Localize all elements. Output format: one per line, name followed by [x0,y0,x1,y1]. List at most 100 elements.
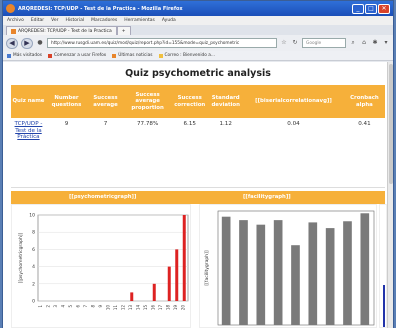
rss-icon [112,53,117,58]
bar [130,292,134,301]
bar [239,220,248,325]
scrollbar-thumb[interactable] [389,64,393,184]
cell-success-average: 7 [103,121,108,127]
bookmark-mail[interactable]: Correo : Bienvenido a... [158,53,215,58]
bar [291,245,300,325]
divider [11,187,385,188]
new-tab-button[interactable]: + [116,26,131,35]
psychometric-chart: 0246810[[psychometricgraph]]1 2 3 4 5 6 7 8 9 10 1… [18,213,189,311]
menu-editar[interactable]: Editar [31,18,44,23]
page-favicon-icon [11,28,16,34]
bar [182,215,186,301]
x-tick-label: 15 [143,305,148,311]
x-tick-label: 11 [113,305,118,311]
x-tick-label: 10 [105,305,110,311]
cell-std-dev: 1.12 [219,121,232,127]
col-success-proportion: Success average proportion [124,85,172,118]
psychometric-chart-container: 0 2 4 6 8 10 [[psychometricgraph]] 1 2 3 4 5 6 7 8 9 10 1… [11,204,191,328]
y-tick-label: 0 [32,299,35,305]
bar [175,249,179,301]
cell-cronbach: 0.41 [358,121,371,127]
browser-window: ARQREDESI: TCP/UDP - Test de la Practica… [2,0,394,328]
home-icon[interactable]: ⌂ [360,39,368,47]
bar [273,220,283,325]
search-input[interactable]: Google [302,38,346,48]
bar [308,222,318,325]
tab-label: ARQREDESI: TCP/UDP - Test de la Practica [18,28,112,34]
minimize-button[interactable]: _ [352,3,364,14]
bookmark-icon [48,53,53,58]
bookmark-getting-started[interactable]: Comenzar a usar Firefox [48,53,106,58]
back-button[interactable]: ◀ [6,37,18,49]
col-cronbach: Cronbach alpha [343,85,385,118]
menu-marcadores[interactable]: Marcadores [91,18,117,23]
table-header-row: Quiz name Number questions Success avera… [11,85,385,118]
menu-bar: Archivo Editar Ver Historial Marcadores … [3,16,393,25]
y-tick-label: 8 [32,230,35,236]
x-tick-label: 8 [90,305,95,308]
navigation-bar: ◀ ▶ ● http://www.rusgdi.uam.es/quiz/mod/… [3,35,393,51]
reload-icon[interactable]: ↻ [291,39,299,47]
x-tick-label: 12 [120,305,125,311]
window-title: ARQREDESI: TCP/UDP - Test de la Practica… [18,5,183,12]
title-bar[interactable]: ARQREDESI: TCP/UDP - Test de la Practica… [3,1,393,16]
bar [167,266,171,301]
bookmark-latest-news[interactable]: Últimas noticias [112,53,153,58]
close-button[interactable]: ✕ [378,3,390,14]
maximize-button[interactable]: □ [365,3,377,14]
url-bar[interactable]: http://www.rusgdi.uam.es/quiz/mod/quiz/r… [47,38,277,48]
page-title: Quiz psychometric analysis [125,68,271,79]
plot-area [37,214,189,302]
bar [325,228,335,325]
folder-icon [158,53,163,58]
x-tick-label: 17 [158,305,163,311]
facility-chart: [[facilitygraph]] [204,210,375,326]
y-tick-label: 4 [32,264,35,270]
addon-icon[interactable]: ✱ [371,39,379,47]
x-tick-label: 20 [180,305,185,311]
menu-historial[interactable]: Historial [66,18,85,23]
bookmarks-bar: Más visitados Comenzar a usar Firefox Úl… [3,51,393,61]
bar [343,221,352,325]
menu-ayuda[interactable]: Ayuda [162,18,176,23]
y-tick-label: 2 [32,281,35,287]
stats-table: Quiz name Number questions Success avera… [11,85,385,158]
x-tick-label: 9 [98,305,103,308]
site-identity-icon[interactable]: ● [36,39,44,47]
cell-questions: 9 [64,121,69,127]
x-tick-label: 14 [135,305,140,311]
star-icon[interactable]: ☆ [280,39,288,47]
col-standard-deviation: Standard deviation [208,85,244,118]
cell-correction: 6.15 [183,121,196,127]
menu-archivo[interactable]: Archivo [7,18,24,23]
y-tick-label: 10 [29,213,35,219]
y-axis-label: [[facilitygraph]] [204,250,210,285]
bar [221,216,231,325]
x-tick-label: 5 [68,305,73,308]
col-success-average: Success average [87,85,124,118]
bookmark-most-visited[interactable]: Más visitados [7,53,42,58]
x-tick-label: 13 [128,305,133,311]
bookmark-icon [7,53,11,58]
forward-button[interactable]: ▶ [21,37,33,49]
vertical-scrollbar[interactable] [387,62,393,328]
col-number-questions: Number questions [45,85,88,118]
page-content: Quiz psychometric analysis Quiz name Num… [3,62,393,328]
menu-herramientas[interactable]: Herramientas [124,18,155,23]
charts-header-bar: [[psychometricgraph]] [[facilitygraph]] [11,191,385,204]
menu-arrow-icon[interactable]: ▾ [382,39,390,47]
col-success-correction: Success correction [171,85,209,118]
menu-ver[interactable]: Ver [51,18,58,23]
cell-biserial: 0.04 [287,121,300,127]
tab-bar: ARQREDESI: TCP/UDP - Test de la Practica… [3,25,393,35]
y-axis-label: [[psychometricgraph]] [18,232,24,283]
x-tick-label: 3 [53,305,58,308]
search-icon[interactable]: ⌕ [349,39,357,47]
extra-chart-edge [379,204,387,328]
col-biserial: [[biserialcorrelationavg]] [243,85,344,118]
tab-quiz[interactable]: ARQREDESI: TCP/UDP - Test de la Practica [6,26,117,35]
facility-chart-container: [[facilitygraph]] [199,204,377,328]
x-tick-label: 4 [60,305,65,308]
quiz-link[interactable]: TCP/UDP - Test de la Práctica [11,118,46,158]
psychometric-graph-title: [[psychometricgraph]] [69,194,137,200]
